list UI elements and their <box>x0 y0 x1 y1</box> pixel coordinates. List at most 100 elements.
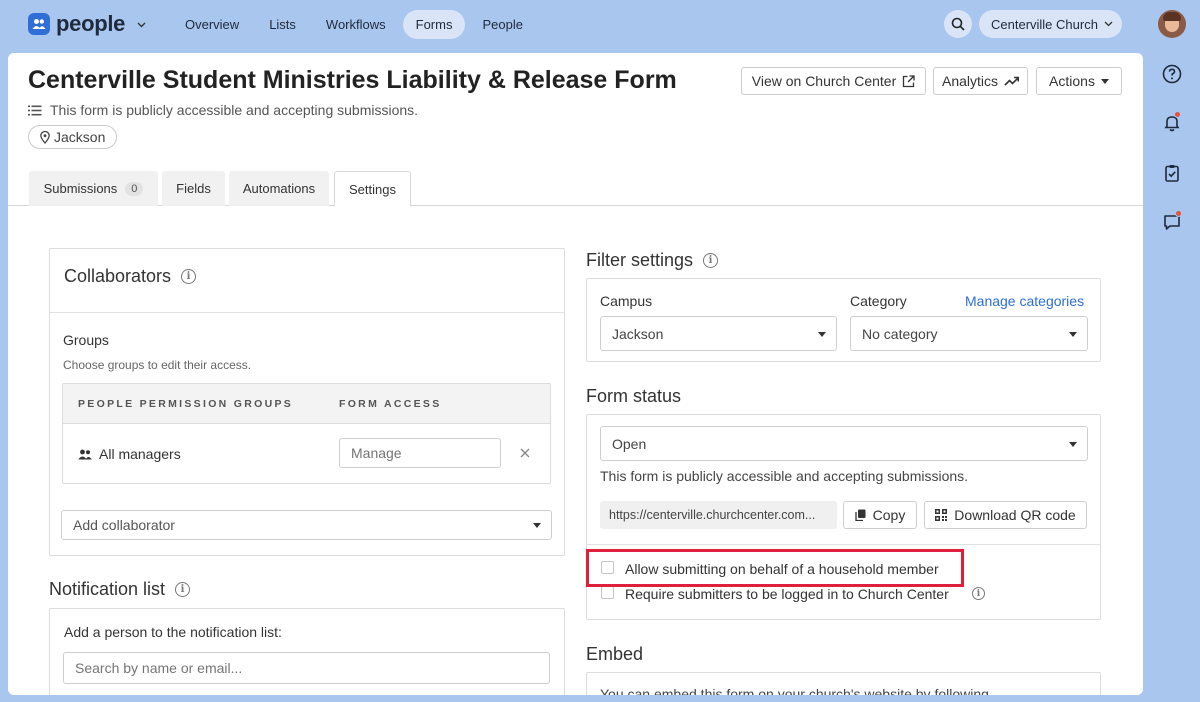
filter-settings-panel: Campus Jackson Category Manage categorie… <box>586 278 1101 362</box>
category-value: No category <box>862 325 938 342</box>
form-status-select[interactable]: Open <box>600 426 1088 461</box>
notifications-bell-icon[interactable] <box>1161 111 1183 134</box>
copy-url-button[interactable]: Copy <box>843 501 917 529</box>
organization-name: Centerville Church <box>991 16 1098 32</box>
table-row: All managers <box>63 424 550 483</box>
view-on-church-center-button[interactable]: View on Church Center <box>741 67 926 95</box>
info-icon[interactable]: i <box>181 269 197 284</box>
people-logo-icon <box>28 13 50 35</box>
main-content: Centerville Student Ministries Liability… <box>8 53 1143 695</box>
manage-categories-link[interactable]: Manage categories <box>965 293 1084 309</box>
main-nav: Overview Lists Workflows Forms People <box>172 10 536 39</box>
caret-down-icon <box>818 331 826 337</box>
actions-dropdown-button[interactable]: Actions <box>1036 67 1122 95</box>
collaborators-heading: Collaborators i <box>64 266 197 287</box>
map-pin-icon <box>40 130 50 144</box>
add-person-label: Add a person to the notification list: <box>64 624 282 640</box>
add-collaborator-select[interactable]: Add collaborator <box>61 510 552 540</box>
form-access-input[interactable] <box>339 438 501 468</box>
search-button[interactable] <box>944 10 972 38</box>
qr-button-label: Download QR code <box>954 507 1076 523</box>
tab-settings[interactable]: Settings <box>334 171 411 207</box>
campus-label: Campus <box>600 293 653 309</box>
notification-list-panel: Add a person to the notification list: <box>49 608 565 695</box>
copy-button-label: Copy <box>872 507 906 523</box>
add-collaborator-placeholder: Add collaborator <box>73 517 175 533</box>
top-navigation: people Overview Lists Workflows Forms Pe… <box>0 0 1200 50</box>
actions-button-label: Actions <box>1049 73 1095 89</box>
location-badge[interactable]: Jackson <box>28 125 118 149</box>
tab-label: Submissions <box>43 181 118 196</box>
submissions-count-badge: 0 <box>125 181 144 196</box>
notification-list-title: Notification list <box>49 579 166 599</box>
highlight-box <box>586 549 964 587</box>
tab-submissions[interactable]: Submissions 0 <box>29 171 158 206</box>
require-login-checkbox[interactable] <box>601 586 614 599</box>
search-icon <box>951 17 965 31</box>
qr-code-icon <box>935 509 948 521</box>
collaborators-title: Collaborators <box>64 266 172 286</box>
groups-label: Groups <box>63 332 109 348</box>
status-text: This form is publicly accessible and acc… <box>50 102 419 118</box>
category-select[interactable]: No category <box>850 316 1088 351</box>
groups-hint: Choose groups to edit their access. <box>63 358 252 372</box>
external-link-icon <box>903 74 915 87</box>
embed-description: You can embed this form on your church's… <box>600 686 989 695</box>
tab-automations[interactable]: Automations <box>229 171 329 206</box>
tab-fields[interactable]: Fields <box>162 171 225 206</box>
notification-badge <box>1174 111 1181 118</box>
download-qr-code-button[interactable]: Download QR code <box>924 501 1087 529</box>
avatar[interactable] <box>1158 10 1186 38</box>
collaborators-panel: Collaborators i Groups Choose groups to … <box>49 248 565 556</box>
form-url-field[interactable]: https://centerville.churchcenter.com... <box>600 501 837 529</box>
nav-people[interactable]: People <box>469 10 535 39</box>
embed-panel: You can embed this form on your church's… <box>586 672 1101 695</box>
form-status-heading: Form status <box>586 386 681 407</box>
message-badge <box>1175 210 1182 217</box>
embed-heading: Embed <box>586 644 643 665</box>
notification-search-input[interactable] <box>63 652 550 684</box>
nav-forms[interactable]: Forms <box>402 10 466 39</box>
form-url: https://centerville.churchcenter.com... <box>609 508 816 522</box>
app-switcher[interactable]: people <box>28 11 146 37</box>
form-tabs: Submissions 0 Fields Automations Setting… <box>8 171 1143 207</box>
form-status-summary: This form is publicly accessible and acc… <box>28 102 418 118</box>
app-name: people <box>56 11 126 36</box>
page-title: Centerville Student Ministries Liability… <box>28 66 677 94</box>
groups-table: PEOPLE PERMISSION GROUPS FORM ACCESS All… <box>62 383 551 484</box>
tasks-clipboard-icon[interactable] <box>1161 162 1183 184</box>
info-icon[interactable]: i <box>175 582 191 597</box>
nav-workflows[interactable]: Workflows <box>313 10 399 39</box>
tab-label: Settings <box>349 181 396 197</box>
column-header-access: FORM ACCESS <box>339 398 442 410</box>
category-label: Category <box>850 293 907 309</box>
list-icon <box>28 105 42 115</box>
messages-chat-icon[interactable] <box>1161 210 1183 233</box>
close-icon[interactable] <box>520 448 530 458</box>
group-name: All managers <box>99 446 181 462</box>
view-button-label: View on Church Center <box>751 73 897 89</box>
notification-list-heading: Notification list i <box>49 579 191 600</box>
chevron-down-icon <box>137 17 146 31</box>
tab-label: Automations <box>242 181 316 196</box>
analytics-button-label: Analytics <box>941 73 999 89</box>
organization-switcher[interactable]: Centerville Church <box>979 10 1122 38</box>
people-group-icon <box>78 449 92 460</box>
nav-overview[interactable]: Overview <box>172 10 252 39</box>
chevron-down-icon <box>1104 21 1113 27</box>
caret-down-icon <box>1069 331 1077 337</box>
embed-title: Embed <box>586 644 644 664</box>
require-login-option-label: Require submitters to be logged in to Ch… <box>625 586 949 602</box>
filter-settings-title: Filter settings <box>586 250 694 270</box>
info-icon[interactable]: i <box>972 587 985 600</box>
table-header: PEOPLE PERMISSION GROUPS FORM ACCESS <box>63 384 550 424</box>
tab-label: Fields <box>176 181 211 196</box>
form-status-value: Open <box>612 435 647 452</box>
divider <box>50 312 564 313</box>
analytics-button[interactable]: Analytics <box>933 67 1028 95</box>
location-label: Jackson <box>54 129 106 145</box>
help-icon[interactable] <box>1161 63 1183 85</box>
campus-select[interactable]: Jackson <box>600 316 837 351</box>
info-icon[interactable]: i <box>703 253 719 268</box>
nav-lists[interactable]: Lists <box>256 10 309 39</box>
